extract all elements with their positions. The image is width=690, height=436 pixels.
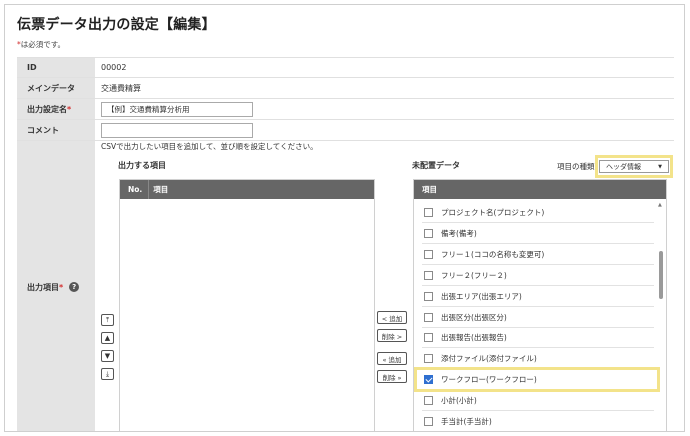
item-label: 備考(備考) bbox=[441, 228, 477, 238]
main-data-row: メインデータ 交通費精算 bbox=[17, 78, 674, 99]
item-label: フリー２(フリー２) bbox=[441, 270, 507, 280]
output-name-label-cell: 出力設定名 * bbox=[17, 99, 95, 119]
col-no-header: No. bbox=[128, 185, 143, 194]
add-button[interactable]: < 追加 bbox=[377, 311, 407, 324]
item-checkbox[interactable] bbox=[424, 249, 433, 259]
comment-label: コメント bbox=[17, 120, 95, 140]
item-checkbox[interactable] bbox=[424, 208, 433, 217]
unassigned-list-header: 項目 bbox=[414, 180, 666, 199]
required-note: *は必須です。 bbox=[17, 39, 65, 50]
list-item[interactable]: 出張区分(出張区分) bbox=[422, 308, 654, 328]
list-item[interactable]: プロジェクト名(プロジェクト) bbox=[422, 203, 654, 223]
item-checkbox[interactable] bbox=[424, 333, 433, 343]
output-name-field[interactable]: 【例】交通費精算分析用 bbox=[101, 102, 253, 117]
id-label: ID bbox=[17, 58, 95, 77]
item-checkbox[interactable] bbox=[424, 396, 433, 406]
item-label: 小計(小計) bbox=[441, 396, 477, 406]
output-name-label: 出力設定名 bbox=[27, 104, 67, 114]
output-panel-heading: 出力する項目 bbox=[118, 161, 166, 170]
item-type-label: 項目の種類 bbox=[557, 162, 595, 171]
item-checkbox[interactable] bbox=[424, 417, 433, 426]
output-items-list[interactable]: No. 項目 bbox=[119, 179, 375, 431]
item-checkbox[interactable] bbox=[424, 228, 433, 238]
main-data-label: メインデータ bbox=[17, 78, 95, 98]
instruction-text: CSVで出力したい項目を追加して、並び順を設定してください。 bbox=[101, 142, 318, 151]
id-value: 00002 bbox=[101, 63, 127, 72]
list-item[interactable]: フリー２(フリー２) bbox=[422, 266, 654, 286]
move-bottom-button[interactable]: ⤓ bbox=[101, 368, 114, 380]
list-item[interactable]: 備考(備考) bbox=[422, 224, 654, 244]
id-row: ID 00002 bbox=[17, 57, 674, 78]
selected-item-highlight bbox=[414, 367, 660, 392]
remove-button[interactable]: 削除 > bbox=[377, 329, 407, 342]
required-note-text: は必須です。 bbox=[20, 40, 65, 49]
add-all-button[interactable]: « 追加 bbox=[377, 352, 407, 365]
list-item[interactable]: 手当計(手当計) bbox=[422, 412, 654, 431]
item-label: 手当計(手当計) bbox=[441, 417, 492, 426]
scroll-up-icon[interactable]: ▲ bbox=[658, 202, 662, 208]
item-type-select[interactable]: ヘッダ情報 ▼ bbox=[599, 160, 669, 173]
list-item[interactable]: 出張エリア(出張エリア) bbox=[422, 287, 654, 307]
list-item[interactable]: 出張報告(出張報告) bbox=[422, 328, 654, 349]
remove-all-button[interactable]: 削除 » bbox=[377, 370, 407, 383]
list-item[interactable]: 小計(小計) bbox=[422, 391, 654, 412]
item-checkbox[interactable] bbox=[424, 270, 433, 280]
move-down-button[interactable]: ▼ bbox=[101, 350, 114, 362]
output-list-header: No. 項目 bbox=[120, 180, 374, 199]
move-up-button[interactable]: ▲ bbox=[101, 332, 114, 344]
item-checkbox[interactable] bbox=[424, 291, 433, 301]
item-label: 出張エリア(出張エリア) bbox=[441, 291, 522, 301]
item-label: フリー１(ココの名称も変更可) bbox=[441, 249, 545, 259]
chevron-down-icon: ▼ bbox=[658, 164, 662, 170]
settings-window: 伝票データ出力の設定【編集】 *は必須です。 ID 00002 メインデータ 交… bbox=[4, 4, 685, 432]
item-label: 出張報告(出張報告) bbox=[441, 333, 507, 343]
required-star: * bbox=[67, 104, 72, 114]
main-data-value: 交通費精算 bbox=[101, 83, 141, 93]
help-icon[interactable]: ? bbox=[69, 282, 80, 292]
item-label: 出張区分(出張区分) bbox=[441, 312, 507, 322]
col-item-header: 項目 bbox=[422, 185, 437, 194]
unassigned-panel-heading: 未配置データ bbox=[412, 161, 460, 170]
output-items-label: 出力項目 bbox=[27, 282, 59, 292]
output-items-label-cell: 出力項目 *? bbox=[17, 141, 95, 431]
item-label: プロジェクト名(プロジェクト) bbox=[441, 208, 545, 217]
output-name-row: 出力設定名 * 【例】交通費精算分析用 bbox=[17, 99, 674, 120]
item-checkbox[interactable] bbox=[424, 312, 433, 322]
item-type-value: ヘッダ情報 bbox=[606, 162, 641, 171]
list-item[interactable]: フリー１(ココの名称も変更可) bbox=[422, 245, 654, 265]
scrollbar-thumb[interactable] bbox=[659, 251, 663, 299]
item-label: 添付ファイル(添付ファイル) bbox=[441, 354, 537, 364]
page-title: 伝票データ出力の設定【編集】 bbox=[17, 17, 216, 33]
required-star: * bbox=[59, 282, 64, 292]
item-checkbox[interactable] bbox=[424, 354, 433, 364]
col-item-header: 項目 bbox=[148, 180, 168, 199]
comment-row: コメント bbox=[17, 120, 674, 141]
comment-field[interactable] bbox=[101, 123, 253, 138]
move-top-button[interactable]: ⤒ bbox=[101, 314, 114, 326]
